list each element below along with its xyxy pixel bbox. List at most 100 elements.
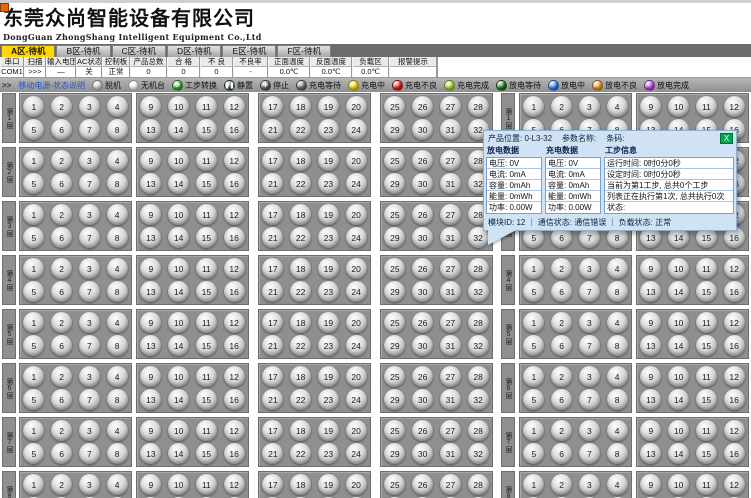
battery-cell[interactable]: 25: [384, 474, 405, 495]
battery-cell[interactable]: 14: [168, 119, 189, 140]
battery-cell[interactable]: 6: [551, 389, 572, 410]
battery-cell[interactable]: 5: [23, 119, 44, 140]
battery-cell[interactable]: 7: [79, 389, 100, 410]
battery-cell[interactable]: 26: [412, 96, 433, 117]
battery-cell[interactable]: 21: [262, 443, 283, 464]
tab-zone-4[interactable]: D区-待机: [167, 45, 221, 57]
battery-cell[interactable]: 1: [23, 366, 44, 387]
battery-cell[interactable]: 20: [346, 96, 367, 117]
battery-cell[interactable]: 13: [140, 389, 161, 410]
battery-cell[interactable]: 13: [140, 119, 161, 140]
battery-cell[interactable]: 11: [696, 420, 717, 441]
battery-cell[interactable]: 17: [262, 204, 283, 225]
battery-cell[interactable]: 22: [290, 119, 311, 140]
battery-cell[interactable]: 8: [107, 227, 128, 248]
battery-cell[interactable]: 20: [346, 420, 367, 441]
battery-cell[interactable]: 31: [440, 335, 461, 356]
battery-cell[interactable]: 4: [107, 204, 128, 225]
battery-cell[interactable]: 32: [468, 389, 489, 410]
battery-cell[interactable]: 4: [607, 258, 628, 279]
battery-cell[interactable]: 5: [23, 227, 44, 248]
battery-cell[interactable]: 16: [724, 281, 745, 302]
battery-cell[interactable]: 11: [696, 312, 717, 333]
battery-cell[interactable]: 25: [384, 204, 405, 225]
battery-cell[interactable]: 7: [79, 173, 100, 194]
battery-cell[interactable]: 12: [724, 312, 745, 333]
battery-cell[interactable]: 15: [696, 389, 717, 410]
battery-cell[interactable]: 23: [318, 443, 339, 464]
battery-cell[interactable]: 11: [696, 474, 717, 495]
battery-cell[interactable]: 22: [290, 389, 311, 410]
battery-cell[interactable]: 14: [668, 389, 689, 410]
battery-cell[interactable]: 10: [668, 474, 689, 495]
battery-cell[interactable]: 11: [196, 366, 217, 387]
battery-cell[interactable]: 16: [224, 389, 245, 410]
battery-cell[interactable]: 26: [412, 366, 433, 387]
battery-cell[interactable]: 1: [523, 96, 544, 117]
battery-cell[interactable]: 18: [290, 96, 311, 117]
battery-cell[interactable]: 2: [551, 420, 572, 441]
battery-cell[interactable]: 1: [23, 96, 44, 117]
battery-cell[interactable]: 13: [140, 335, 161, 356]
battery-cell[interactable]: 17: [262, 420, 283, 441]
battery-cell[interactable]: 25: [384, 150, 405, 171]
battery-cell[interactable]: 30: [412, 443, 433, 464]
battery-cell[interactable]: 20: [346, 312, 367, 333]
battery-cell[interactable]: 3: [579, 474, 600, 495]
battery-cell[interactable]: 6: [51, 227, 72, 248]
battery-cell[interactable]: 18: [290, 312, 311, 333]
battery-cell[interactable]: 3: [79, 96, 100, 117]
battery-cell[interactable]: 7: [79, 443, 100, 464]
battery-cell[interactable]: 18: [290, 420, 311, 441]
tab-zone-2[interactable]: B区-待机: [56, 45, 110, 57]
battery-cell[interactable]: 10: [668, 312, 689, 333]
battery-cell[interactable]: 18: [290, 204, 311, 225]
battery-cell[interactable]: 6: [51, 443, 72, 464]
battery-cell[interactable]: 17: [262, 366, 283, 387]
battery-cell[interactable]: 4: [107, 96, 128, 117]
battery-cell[interactable]: 19: [318, 474, 339, 495]
battery-cell[interactable]: 9: [140, 312, 161, 333]
battery-cell[interactable]: 29: [384, 335, 405, 356]
battery-cell[interactable]: 7: [579, 335, 600, 356]
battery-cell[interactable]: 13: [640, 389, 661, 410]
battery-cell[interactable]: 32: [468, 281, 489, 302]
battery-cell[interactable]: 6: [51, 389, 72, 410]
battery-cell[interactable]: 29: [384, 227, 405, 248]
battery-cell[interactable]: 2: [51, 150, 72, 171]
battery-cell[interactable]: 30: [412, 335, 433, 356]
battery-cell[interactable]: 11: [196, 420, 217, 441]
battery-cell[interactable]: 15: [196, 173, 217, 194]
battery-cell[interactable]: 25: [384, 258, 405, 279]
battery-cell[interactable]: 7: [79, 281, 100, 302]
battery-cell[interactable]: 9: [140, 366, 161, 387]
battery-cell[interactable]: 23: [318, 389, 339, 410]
battery-cell[interactable]: 4: [607, 420, 628, 441]
battery-cell[interactable]: 8: [107, 173, 128, 194]
battery-cell[interactable]: 7: [79, 335, 100, 356]
battery-cell[interactable]: 16: [224, 281, 245, 302]
battery-cell[interactable]: 12: [224, 150, 245, 171]
battery-cell[interactable]: 11: [196, 474, 217, 495]
battery-cell[interactable]: 10: [168, 312, 189, 333]
battery-cell[interactable]: 14: [668, 443, 689, 464]
battery-cell[interactable]: 17: [262, 96, 283, 117]
battery-cell[interactable]: 23: [318, 227, 339, 248]
battery-cell[interactable]: 3: [79, 258, 100, 279]
battery-cell[interactable]: 27: [440, 474, 461, 495]
battery-cell[interactable]: 5: [523, 335, 544, 356]
battery-cell[interactable]: 29: [384, 281, 405, 302]
battery-cell[interactable]: 25: [384, 420, 405, 441]
battery-cell[interactable]: 18: [290, 474, 311, 495]
battery-cell[interactable]: 11: [696, 366, 717, 387]
battery-cell[interactable]: 2: [51, 258, 72, 279]
battery-cell[interactable]: 6: [551, 335, 572, 356]
battery-cell[interactable]: 14: [168, 443, 189, 464]
battery-cell[interactable]: 5: [23, 443, 44, 464]
battery-cell[interactable]: 14: [168, 173, 189, 194]
battery-cell[interactable]: 31: [440, 227, 461, 248]
battery-cell[interactable]: 24: [346, 119, 367, 140]
battery-cell[interactable]: 9: [640, 96, 661, 117]
battery-cell[interactable]: 2: [551, 258, 572, 279]
battery-cell[interactable]: 10: [668, 96, 689, 117]
